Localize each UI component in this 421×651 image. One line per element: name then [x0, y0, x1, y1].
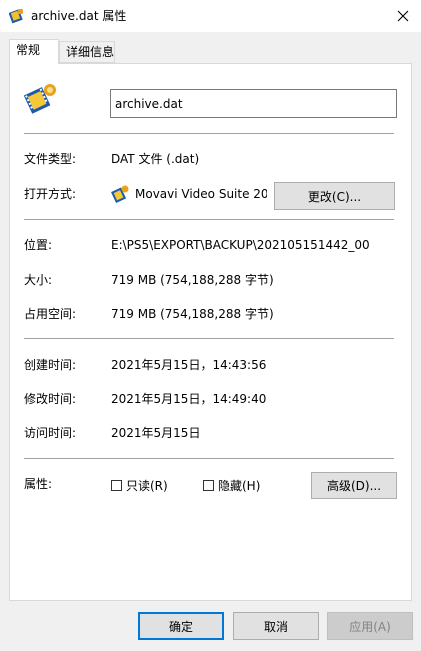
- file-name-field[interactable]: [110, 89, 397, 118]
- tab-details[interactable]: 详细信息: [59, 41, 115, 63]
- movavi-file-icon: [23, 82, 58, 116]
- properties-panel: [9, 63, 412, 601]
- movavi-file-icon: [8, 8, 25, 24]
- attributes-label: 属性:: [24, 477, 53, 491]
- apply-button[interactable]: 应用(A): [327, 612, 413, 640]
- modified-label: 修改时间:: [24, 392, 77, 406]
- hidden-checkbox[interactable]: [203, 480, 214, 491]
- readonly-label[interactable]: 只读(R): [126, 478, 168, 494]
- advanced-button[interactable]: 高级(D)...: [311, 472, 397, 499]
- hidden-label[interactable]: 隐藏(H): [218, 478, 260, 494]
- change-button[interactable]: 更改(C)...: [274, 182, 395, 210]
- separator: [24, 458, 394, 459]
- created-value: 2021年5月15日，14:43:56: [111, 358, 267, 372]
- opens-with-value: Movavi Video Suite 20: [135, 187, 267, 201]
- ok-button[interactable]: 确定: [138, 612, 224, 640]
- separator: [24, 219, 394, 220]
- tab-general[interactable]: 常规: [9, 39, 59, 64]
- size-on-disk-value: 719 MB (754,188,288 字节): [111, 307, 274, 321]
- modified-value: 2021年5月15日，14:49:40: [111, 392, 267, 406]
- separator: [24, 338, 394, 339]
- file-type-label: 文件类型:: [24, 152, 77, 166]
- location-value: E:\PS5\EXPORT\BACKUP\202105151442_00: [111, 238, 370, 252]
- window-title: archive.dat 属性: [31, 9, 127, 23]
- cancel-button[interactable]: 取消: [233, 612, 319, 640]
- size-label: 大小:: [24, 273, 53, 287]
- accessed-value: 2021年5月15日: [111, 426, 201, 440]
- accessed-label: 访问时间:: [24, 426, 77, 440]
- movavi-app-icon: [111, 184, 129, 204]
- location-label: 位置:: [24, 238, 53, 252]
- readonly-checkbox[interactable]: [111, 480, 122, 491]
- size-on-disk-label: 占用空间:: [24, 307, 77, 321]
- created-label: 创建时间:: [24, 358, 77, 372]
- opens-with-label: 打开方式:: [24, 187, 77, 201]
- close-icon[interactable]: [386, 2, 420, 30]
- size-value: 719 MB (754,188,288 字节): [111, 273, 274, 287]
- file-type-value: DAT 文件 (.dat): [111, 152, 200, 166]
- separator: [24, 133, 394, 134]
